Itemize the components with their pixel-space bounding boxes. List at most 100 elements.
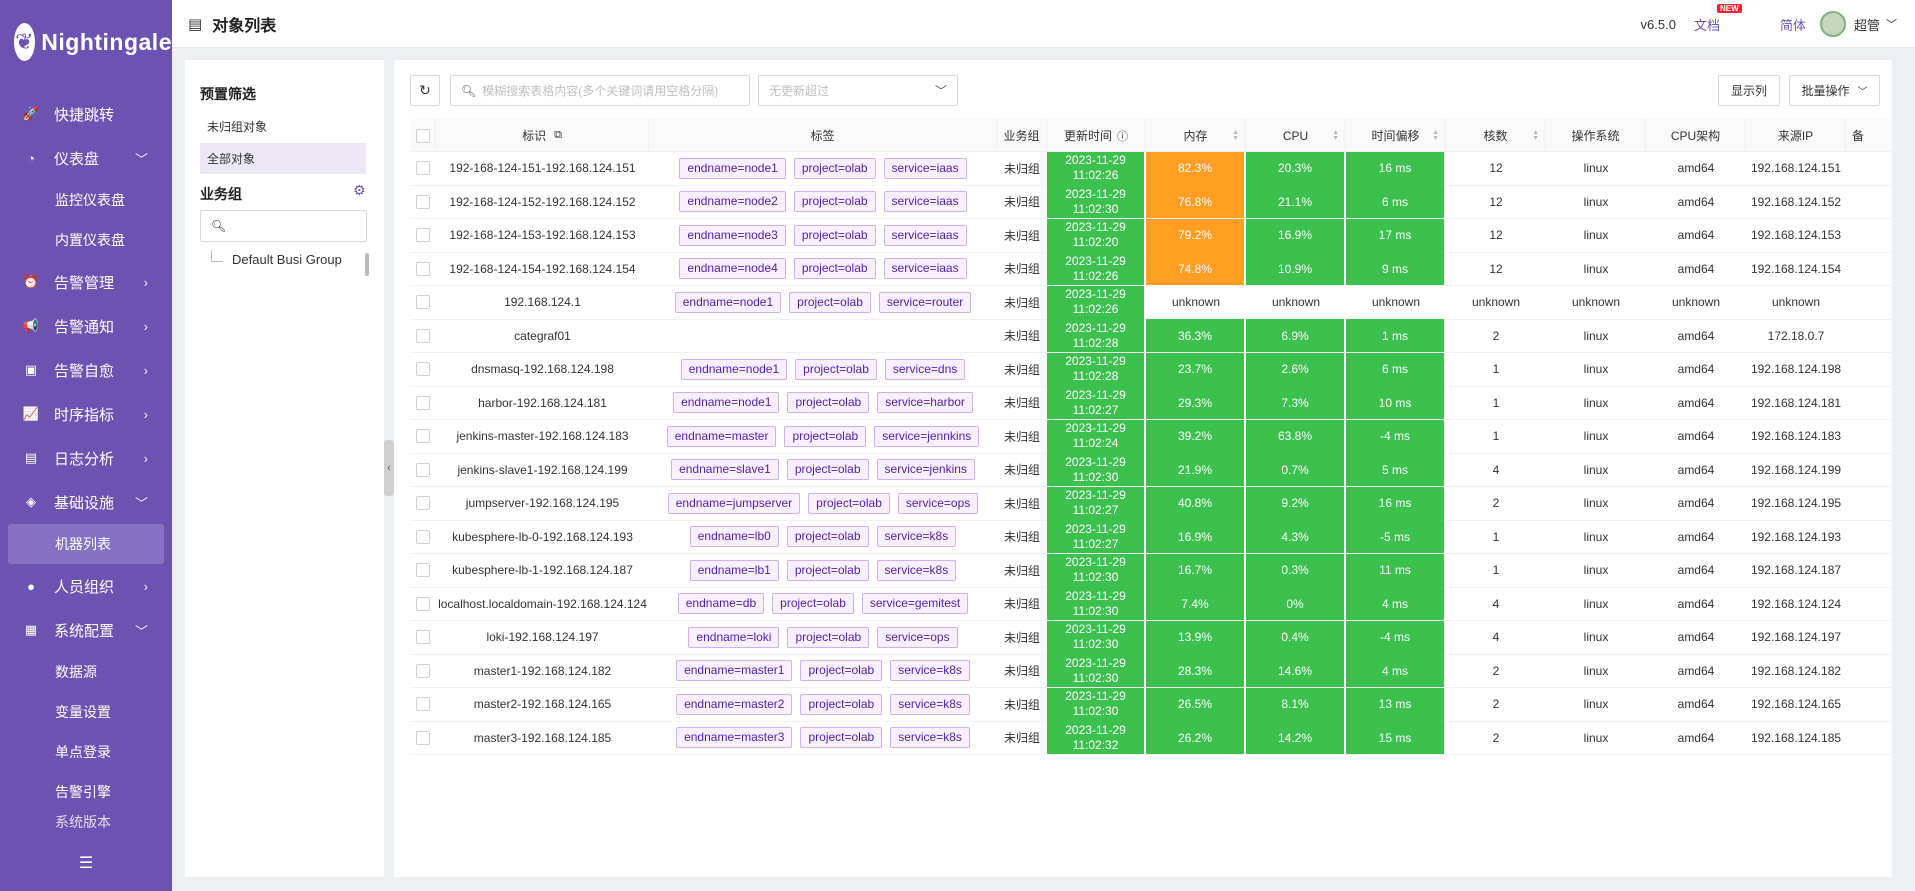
sidebar-subitem-alert-engine[interactable]: 告警引擎	[0, 772, 172, 812]
tag[interactable]: project=olab	[800, 660, 883, 682]
tag[interactable]: endname=master2	[676, 693, 793, 715]
row-checkbox[interactable]	[416, 697, 430, 712]
tree-scrollbar[interactable]	[365, 253, 369, 276]
tag[interactable]: service=ops	[897, 492, 979, 514]
tag[interactable]: service=k8s	[876, 526, 957, 548]
table-row[interactable]: 192-168-124-153-192.168.124.153 endname=n…	[410, 218, 1892, 253]
preset-ungrouped[interactable]: 未归组对象	[200, 111, 366, 142]
tag[interactable]: service=iaas	[883, 191, 967, 213]
tag[interactable]: service=iaas	[883, 258, 967, 280]
row-checkbox[interactable]	[416, 462, 430, 477]
column-header-update-time[interactable]: 更新时间 ⓘ	[1047, 119, 1146, 152]
tag[interactable]: service=iaas	[883, 157, 967, 179]
tag[interactable]: project=olab	[793, 191, 876, 213]
tag[interactable]: endname=master3	[676, 727, 793, 749]
tag[interactable]: endname=loki	[688, 626, 780, 648]
tag[interactable]: service=dns	[884, 358, 966, 380]
tag[interactable]: project=olab	[795, 358, 877, 380]
sidebar-subitem-sso[interactable]: 单点登录	[0, 732, 172, 772]
sidebar-item-alarm-management[interactable]: ⏰ 告警管理 ›	[0, 260, 172, 304]
tag[interactable]: service=harbor	[877, 392, 973, 414]
column-header-cpu[interactable]: CPU ▲ ▼	[1246, 119, 1346, 152]
ident-text[interactable]: 192-168-124-153-192.168.124.153	[449, 228, 635, 242]
table-row[interactable]: jenkins-master-192.168.124.183 endname=ma…	[410, 419, 1892, 454]
table-row[interactable]: harbor-192.168.124.181 endname=node1 proje…	[410, 386, 1892, 420]
tag[interactable]: endname=node1	[679, 157, 786, 179]
tag[interactable]: project=olab	[800, 693, 883, 715]
batch-ops-button[interactable]: 批量操作 ﹀	[1789, 75, 1880, 106]
tag[interactable]: service=gemitest	[861, 593, 969, 615]
ident-text[interactable]: categraf01	[514, 329, 571, 343]
ident-text[interactable]: 192.168.124.1	[504, 295, 581, 309]
tag[interactable]: project=olab	[786, 459, 869, 481]
tag[interactable]: endname=node1	[680, 358, 788, 380]
ident-text[interactable]: jenkins-slave1-192.168.124.199	[457, 463, 627, 477]
tag[interactable]: service=k8s	[890, 693, 970, 715]
row-checkbox[interactable]	[416, 194, 430, 209]
table-row[interactable]: 192-168-124-151-192.168.124.151 endname=n…	[410, 151, 1892, 186]
ident-text[interactable]: master3-192.168.124.185	[474, 731, 611, 745]
sidebar-subitem-datasource[interactable]: 数据源	[0, 652, 172, 692]
tag[interactable]: project=olab	[800, 727, 883, 749]
tag[interactable]: project=olab	[772, 593, 854, 615]
row-checkbox[interactable]	[416, 362, 430, 377]
ident-text[interactable]: loki-192.168.124.197	[486, 630, 598, 644]
table-row[interactable]: master3-192.168.124.185 endname=master3 pr…	[410, 721, 1892, 755]
ident-text[interactable]: jumpserver-192.168.124.195	[466, 496, 619, 510]
row-checkbox[interactable]	[416, 630, 430, 645]
tree-item-default-busi-group[interactable]: Default Busi Group	[211, 249, 342, 267]
sort-icon[interactable]: ▲ ▼	[1432, 129, 1439, 142]
tag[interactable]: endname=db	[677, 593, 765, 615]
row-checkbox[interactable]	[416, 395, 430, 410]
tag[interactable]: project=olab	[784, 425, 867, 447]
table-row[interactable]: jumpserver-192.168.124.195 endname=jumpse…	[410, 486, 1892, 521]
tag[interactable]: endname=node1	[673, 392, 780, 414]
tag[interactable]: endname=node4	[679, 258, 786, 280]
show-columns-button[interactable]: 显示列	[1718, 75, 1780, 106]
sidebar-subitem-version[interactable]: 系统版本	[0, 812, 172, 828]
row-checkbox[interactable]	[416, 295, 430, 310]
tag[interactable]: endname=node3	[679, 224, 786, 246]
ident-text[interactable]: kubesphere-lb-1-192.168.124.187	[452, 563, 633, 577]
tag[interactable]: endname=slave1	[671, 459, 779, 481]
row-checkbox[interactable]	[416, 328, 430, 343]
language-switch[interactable]: 简体	[1780, 15, 1806, 34]
sort-icon[interactable]: ▲ ▼	[1232, 129, 1239, 142]
sidebar-item-alarm-notify[interactable]: 📢 告警通知 ›	[0, 304, 172, 348]
table-row[interactable]: 192.168.124.1 endname=node1 project=olab se…	[410, 285, 1892, 320]
tag[interactable]: service=router	[878, 291, 972, 313]
sidebar-subitem-machine-list[interactable]: 机器列表	[8, 524, 164, 564]
tag[interactable]: project=olab	[793, 157, 876, 179]
tag[interactable]: project=olab	[786, 526, 869, 548]
tag[interactable]: project=olab	[789, 291, 871, 313]
tag[interactable]: service=jenkins	[876, 459, 975, 481]
row-checkbox[interactable]	[416, 161, 430, 176]
sidebar-item-metrics[interactable]: 📈 时序指标 ›	[0, 392, 172, 436]
tag[interactable]: service=iaas	[883, 224, 967, 246]
select-all-checkbox[interactable]	[415, 128, 430, 143]
sidebar-item-dashboard[interactable]: ◔ 仪表盘 ﹀	[0, 136, 172, 180]
row-checkbox[interactable]	[416, 429, 430, 444]
sidebar-item-people[interactable]: ● 人员组织 ›	[0, 564, 172, 608]
ident-text[interactable]: 192-168-124-154-192.168.124.154	[449, 262, 635, 276]
table-row[interactable]: localhost.localdomain-192.168.124.124 end…	[410, 587, 1892, 621]
logo[interactable]: ❦ Nightingale	[0, 0, 172, 84]
row-checkbox[interactable]	[416, 261, 430, 276]
avatar[interactable]	[1819, 11, 1846, 37]
preset-all[interactable]: 全部对象	[200, 143, 366, 174]
table-row[interactable]: kubesphere-lb-1-192.168.124.187 endname=l…	[410, 553, 1892, 588]
group-search-input[interactable]: 🔍︎	[200, 210, 367, 242]
tag[interactable]: service=k8s	[876, 559, 957, 581]
question-icon[interactable]: ⓘ	[1117, 128, 1128, 144]
row-checkbox[interactable]	[416, 563, 430, 578]
table-row[interactable]: master2-192.168.124.165 endname=master2 pr…	[410, 687, 1892, 722]
sidebar-subitem-variables[interactable]: 变量设置	[0, 692, 172, 732]
tag[interactable]: endname=jumpserver	[667, 492, 801, 514]
ident-text[interactable]: harbor-192.168.124.181	[478, 396, 607, 410]
menu-collapse-icon[interactable]: ☰	[0, 853, 172, 873]
tag[interactable]: project=olab	[786, 559, 869, 581]
ident-text[interactable]: jenkins-master-192.168.124.183	[456, 429, 628, 443]
ident-text[interactable]: dnsmasq-192.168.124.198	[471, 362, 614, 376]
tag[interactable]: endname=lb1	[689, 559, 779, 581]
tag[interactable]: endname=node1	[674, 291, 782, 313]
